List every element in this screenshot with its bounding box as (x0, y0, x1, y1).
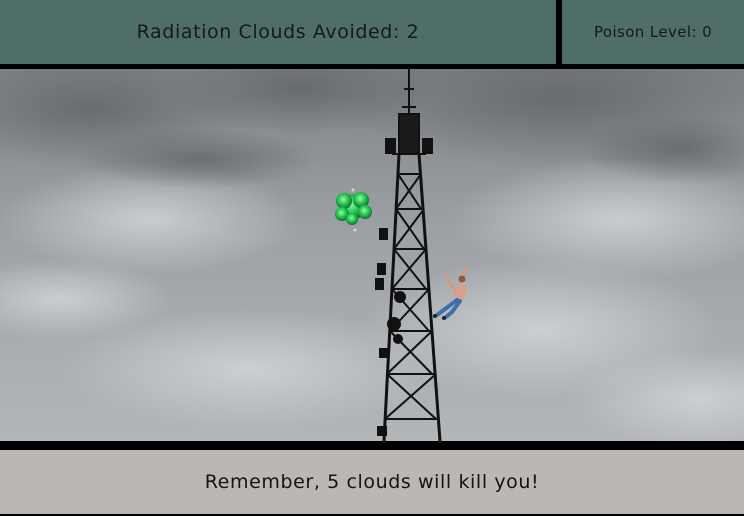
game-screen: Radiation Clouds Avoided: 2 Poison Level… (0, 0, 744, 516)
radiation-cloud (335, 188, 372, 232)
poison-level-counter: Poison Level: 0 (593, 23, 713, 41)
warning-message-panel: Remember, 5 clouds will kill you! (0, 450, 744, 514)
score-panel: Radiation Clouds Avoided: 2 (0, 0, 556, 64)
sky-background (0, 69, 744, 441)
game-viewport[interactable] (0, 69, 744, 441)
game-scene (0, 69, 744, 441)
poison-panel: Poison Level: 0 (562, 0, 744, 64)
clouds-avoided-counter: Radiation Clouds Avoided: 2 (136, 21, 420, 43)
warning-message: Remember, 5 clouds will kill you! (204, 471, 540, 493)
